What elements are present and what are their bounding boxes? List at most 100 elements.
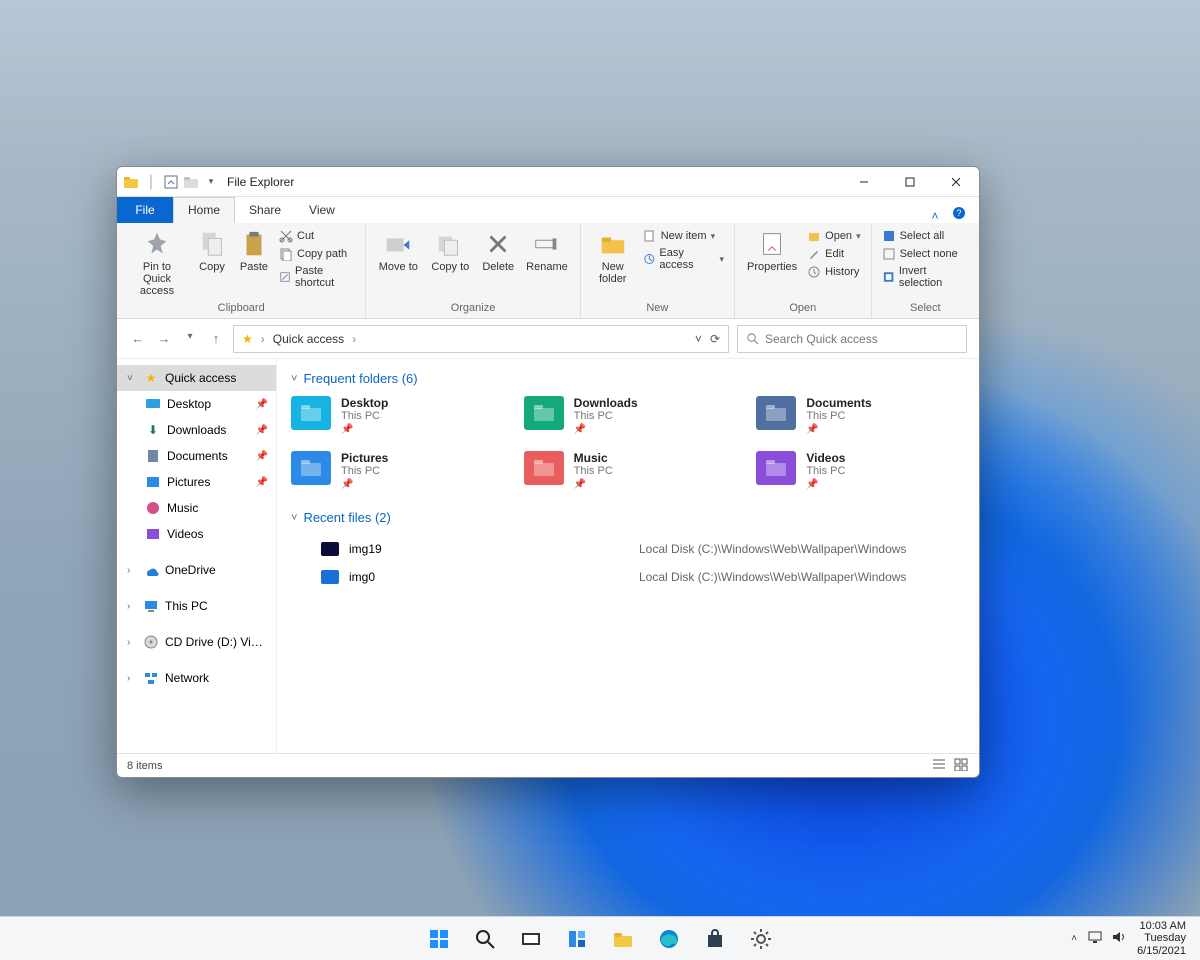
folder-icon	[756, 396, 796, 430]
titlebar[interactable]: | ▾ File Explorer	[117, 167, 979, 197]
pin-to-quick-access-button[interactable]: Pin to Quick access	[127, 227, 187, 297]
widgets-button[interactable]	[557, 919, 597, 959]
nav-videos[interactable]: Videos	[135, 521, 276, 547]
delete-button[interactable]: Delete	[480, 227, 516, 273]
taskbar-clock[interactable]: 10:03 AM Tuesday 6/15/2021	[1137, 920, 1186, 958]
properties-qat-icon[interactable]	[163, 174, 179, 190]
network-tray-icon[interactable]	[1087, 930, 1103, 947]
breadcrumb-quick-access[interactable]: Quick access	[273, 332, 344, 346]
task-view-button[interactable]	[511, 919, 551, 959]
new-folder-qat-icon[interactable]	[183, 174, 199, 190]
search-icon	[746, 332, 759, 345]
up-button[interactable]: ↑	[207, 331, 225, 346]
move-to-button[interactable]: Move to	[376, 227, 420, 273]
address-bar-row: ← → ▾ ↑ ★ › Quick access › ˅ ⟳ Search Qu…	[117, 319, 979, 359]
folder-tile-music[interactable]: MusicThis PC📌	[524, 451, 733, 490]
nav-this-pc[interactable]: ›This PC	[117, 593, 276, 619]
volume-tray-icon[interactable]	[1111, 930, 1127, 947]
nav-desktop[interactable]: Desktop📌	[135, 391, 276, 417]
folder-tile-desktop[interactable]: DesktopThis PC📌	[291, 396, 500, 435]
status-bar: 8 items	[117, 753, 979, 777]
ribbon-group-organize: Move to Copy to Delete Rename Organize	[366, 223, 580, 318]
recent-file-img19[interactable]: img19Local Disk (C:)\Windows\Web\Wallpap…	[291, 535, 965, 563]
history-button[interactable]: History	[807, 265, 860, 279]
chevron-right-icon[interactable]: ›	[127, 565, 137, 576]
folder-tile-downloads[interactable]: DownloadsThis PC📌	[524, 396, 733, 435]
search-box[interactable]: Search Quick access	[737, 325, 967, 353]
folder-tile-documents[interactable]: DocumentsThis PC📌	[756, 396, 965, 435]
show-hidden-icons-button[interactable]: ˄	[1071, 933, 1077, 944]
pin-icon: 📌	[256, 451, 268, 462]
pin-icon: 📌	[341, 424, 388, 435]
qat-dropdown-icon[interactable]: ▾	[203, 174, 219, 190]
nav-onedrive[interactable]: ›OneDrive	[117, 557, 276, 583]
thumbnails-view-button[interactable]	[953, 757, 969, 774]
chevron-right-icon[interactable]: ›	[352, 332, 356, 346]
close-button[interactable]	[933, 167, 979, 197]
nav-music[interactable]: Music	[135, 495, 276, 521]
store-taskbar-button[interactable]	[695, 919, 735, 959]
details-view-button[interactable]	[931, 757, 947, 774]
nav-network[interactable]: ›Network	[117, 665, 276, 691]
file-path: Local Disk (C:)\Windows\Web\Wallpaper\Wi…	[639, 570, 906, 584]
recent-files-header[interactable]: ˅ Recent files (2)	[291, 510, 965, 525]
videos-icon	[145, 526, 161, 542]
start-button[interactable]	[419, 919, 459, 959]
nav-quick-access[interactable]: ˅ ★ Quick access	[117, 365, 276, 391]
recent-file-img0[interactable]: img0Local Disk (C:)\Windows\Web\Wallpape…	[291, 563, 965, 591]
edit-button[interactable]: Edit	[807, 247, 860, 261]
chevron-right-icon[interactable]: ›	[127, 601, 137, 612]
navigation-pane[interactable]: ˅ ★ Quick access Desktop📌 ⬇Downloads📌 Do…	[117, 359, 277, 753]
cut-button[interactable]: Cut	[279, 229, 355, 243]
recent-locations-button[interactable]: ▾	[181, 331, 199, 346]
easy-access-button[interactable]: Easy access▾	[643, 247, 724, 271]
refresh-button[interactable]: ⟳	[710, 332, 720, 346]
file-explorer-taskbar-button[interactable]	[603, 919, 643, 959]
tab-share[interactable]: Share	[235, 197, 295, 223]
paste-shortcut-button[interactable]: Paste shortcut	[279, 265, 355, 289]
chevron-right-icon[interactable]: ›	[127, 637, 137, 648]
tab-file[interactable]: File	[117, 197, 173, 223]
tab-home[interactable]: Home	[173, 197, 235, 223]
group-label-open: Open	[789, 302, 816, 316]
ribbon-group-clipboard: Pin to Quick access Copy Paste Cut Copy …	[117, 223, 366, 318]
copy-path-button[interactable]: Copy path	[279, 247, 355, 261]
select-none-button[interactable]: Select none	[882, 247, 969, 261]
content-area[interactable]: ˅ Frequent folders (6) DesktopThis PC📌 Do…	[277, 359, 979, 753]
nav-documents[interactable]: Documents📌	[135, 443, 276, 469]
folder-tile-pictures[interactable]: PicturesThis PC📌	[291, 451, 500, 490]
select-all-button[interactable]: Select all	[882, 229, 969, 243]
forward-button[interactable]: →	[155, 331, 173, 346]
image-thumbnail-icon	[321, 542, 339, 556]
maximize-button[interactable]	[887, 167, 933, 197]
nav-cd-drive[interactable]: ›CD Drive (D:) VirtualB	[117, 629, 276, 655]
chevron-right-icon[interactable]: ›	[127, 673, 137, 684]
properties-button[interactable]: Properties	[745, 227, 799, 273]
address-bar[interactable]: ★ › Quick access › ˅ ⟳	[233, 325, 729, 353]
copy-to-button[interactable]: Copy to	[428, 227, 472, 273]
taskbar-search-button[interactable]	[465, 919, 505, 959]
open-button[interactable]: Open▾	[807, 229, 860, 243]
nav-downloads[interactable]: ⬇Downloads📌	[135, 417, 276, 443]
address-dropdown-button[interactable]: ˅	[695, 332, 702, 346]
frequent-folders-header[interactable]: ˅ Frequent folders (6)	[291, 371, 965, 386]
minimize-button[interactable]	[841, 167, 887, 197]
new-item-button[interactable]: New item▾	[643, 229, 724, 243]
tab-view[interactable]: View	[295, 197, 349, 223]
paste-button[interactable]: Paste	[237, 227, 271, 273]
collapse-ribbon-button[interactable]: ˄	[923, 209, 947, 223]
invert-selection-button[interactable]: Invert selection	[882, 265, 969, 289]
new-folder-button[interactable]: New folder	[591, 227, 635, 285]
nav-pictures[interactable]: Pictures📌	[135, 469, 276, 495]
folder-name: Videos	[806, 451, 845, 465]
edge-taskbar-button[interactable]	[649, 919, 689, 959]
pin-icon: 📌	[256, 425, 268, 436]
back-button[interactable]: ←	[129, 331, 147, 346]
settings-taskbar-button[interactable]	[741, 919, 781, 959]
taskbar[interactable]: ˄ 10:03 AM Tuesday 6/15/2021	[0, 916, 1200, 960]
folder-tile-videos[interactable]: VideosThis PC📌	[756, 451, 965, 490]
copy-button[interactable]: Copy	[195, 227, 229, 273]
rename-button[interactable]: Rename	[524, 227, 570, 273]
help-button[interactable]: ?	[947, 206, 971, 223]
disc-icon	[143, 634, 159, 650]
